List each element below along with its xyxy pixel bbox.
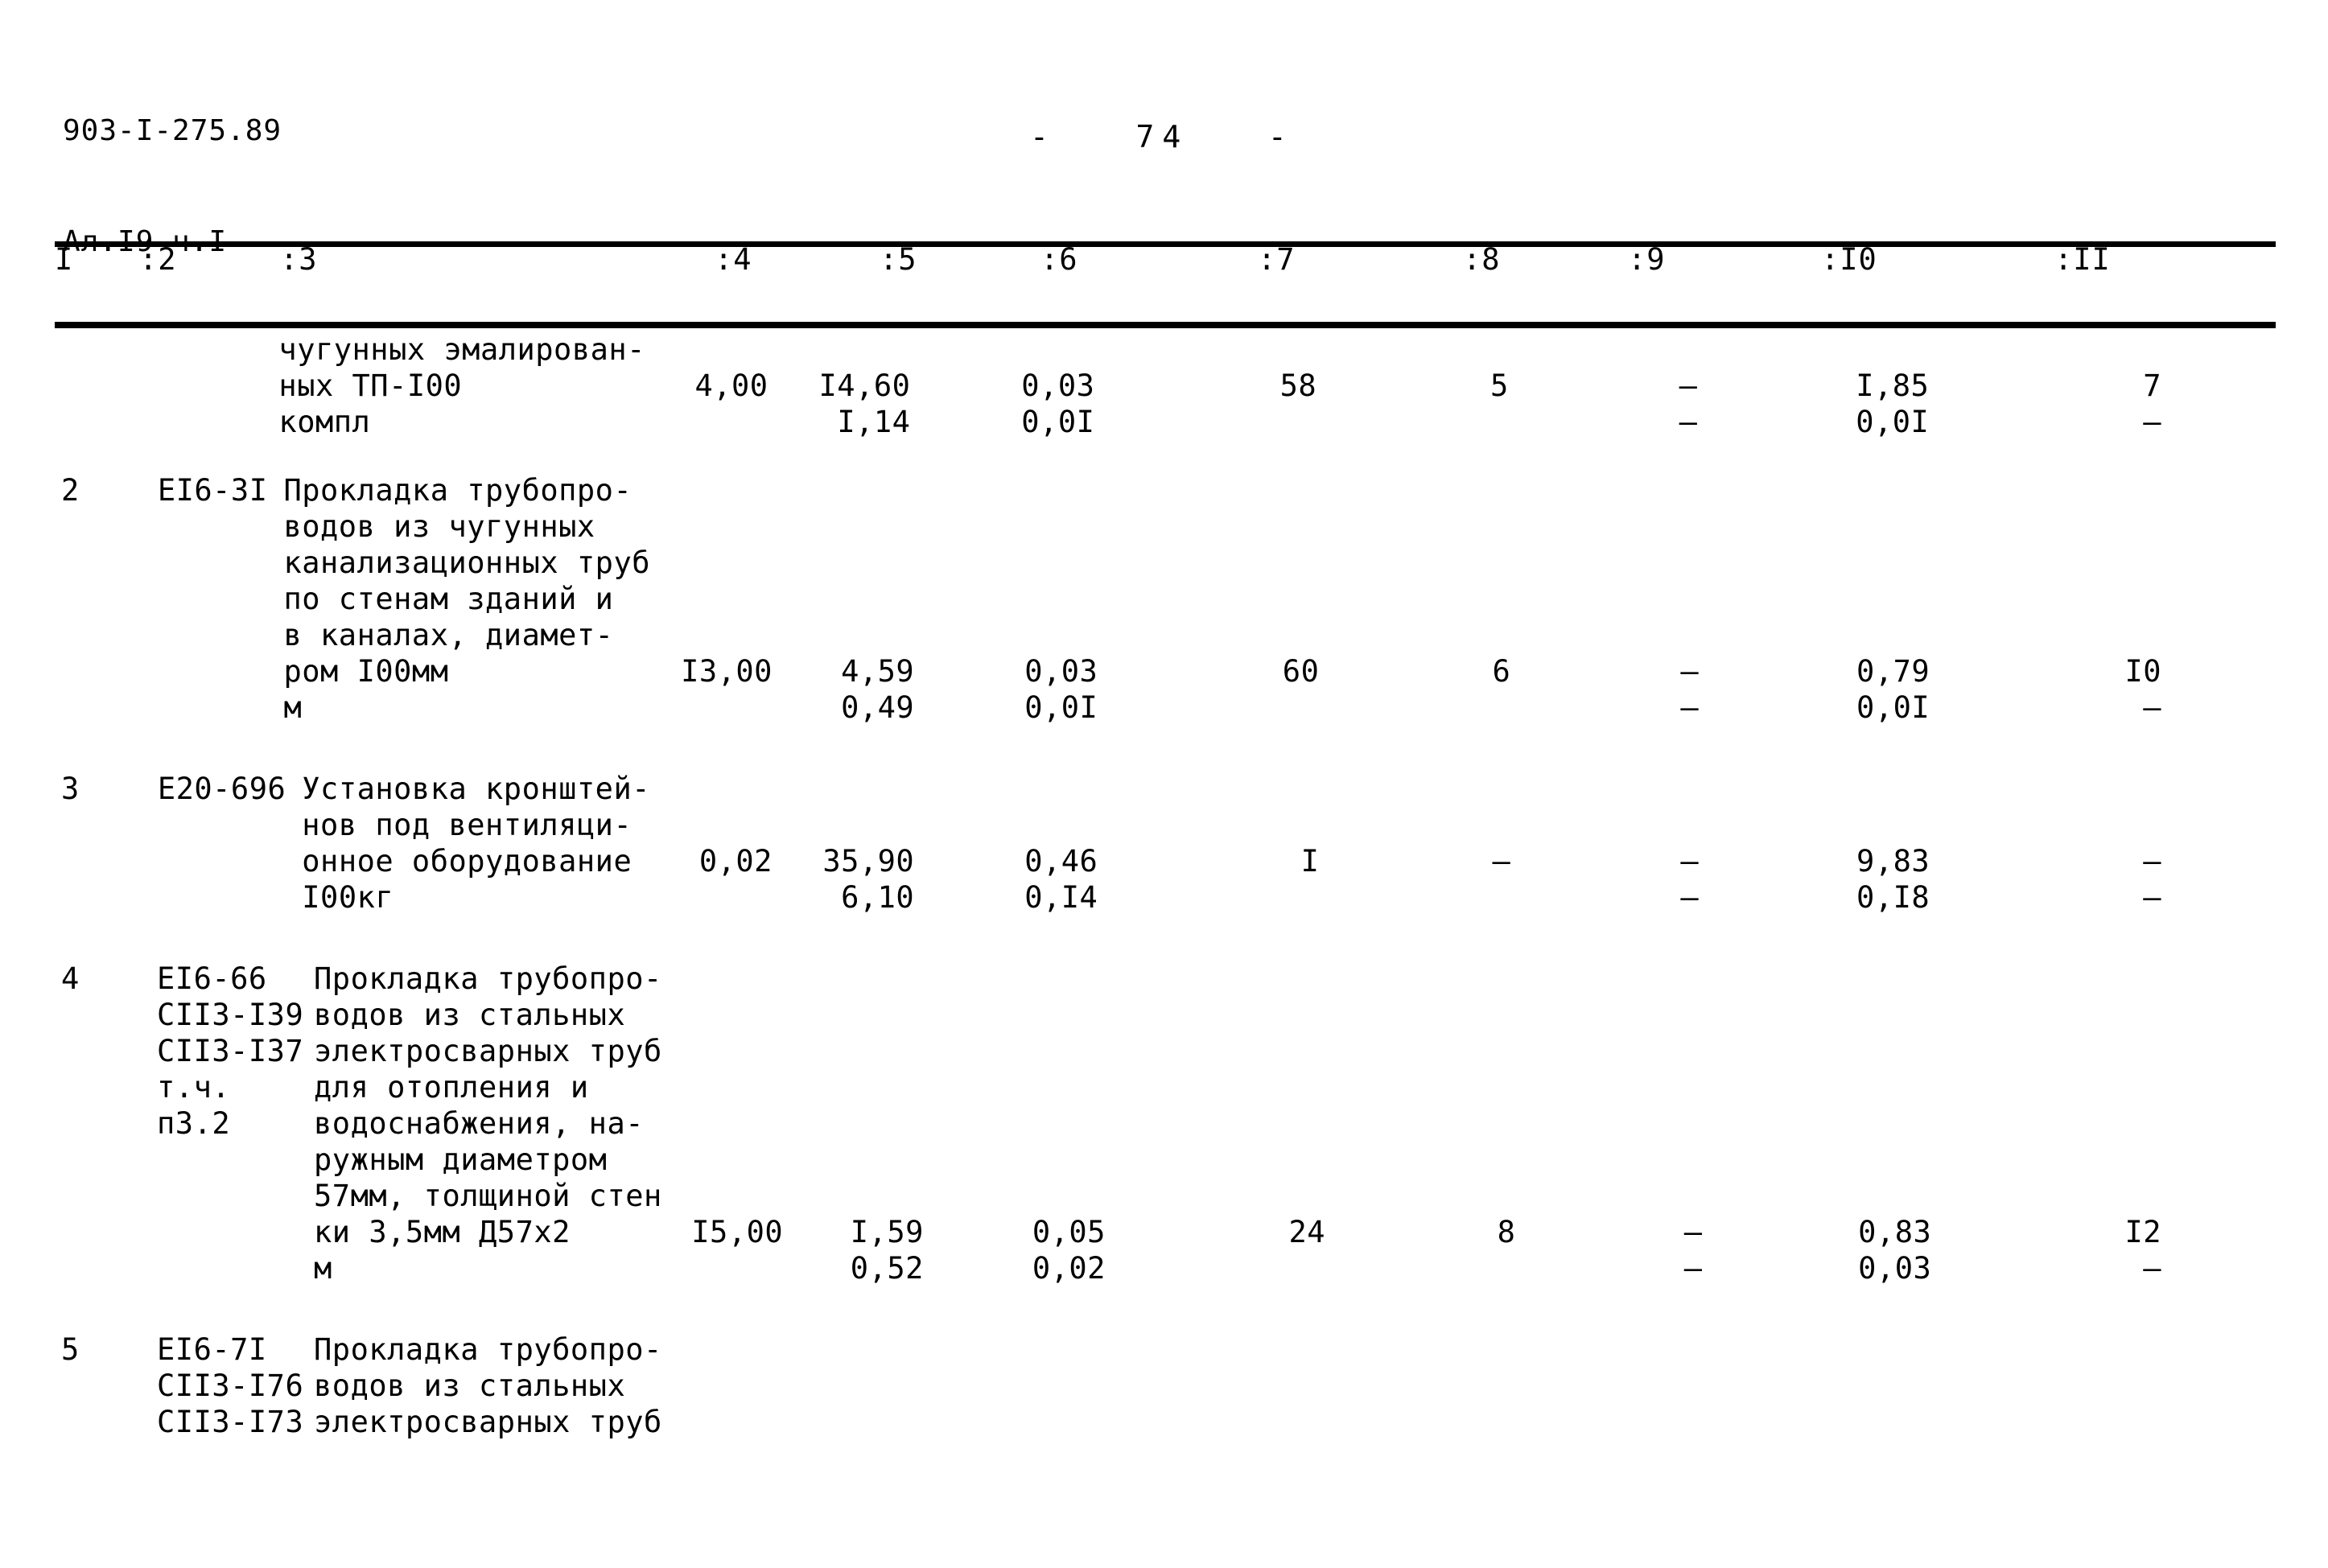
column-header-2: :2 — [139, 242, 177, 277]
row-value-col5 — [806, 1331, 946, 1440]
row-value-col6 — [946, 1331, 1175, 1440]
row-quantity: 0,02 — [698, 844, 773, 879]
column-header-11: :II — [2054, 242, 2111, 277]
row-value-col8: 6 — [1492, 654, 1511, 689]
row-description: Установка кронштей- нов под вентиляци- о… — [302, 772, 651, 915]
row-value-col8: 5 — [1490, 368, 1509, 403]
row-value-col11: 7 – — [2143, 368, 2161, 439]
row-value-col10 — [1761, 1331, 2000, 1440]
row-value-col11: – – — [2143, 844, 2161, 915]
row-value-col8: 8 — [1497, 1215, 1516, 1249]
row-norm-code — [124, 331, 262, 440]
table-body: чугунных эмалирован- ных ТП-I00 компл 4,0… — [55, 331, 2276, 1485]
row-item-number: 4 — [61, 961, 80, 996]
row-norm-code: E20-696 — [157, 772, 286, 806]
page-number: - 74 - — [1030, 119, 1295, 154]
row-value-col5: I,59 0,52 — [850, 1215, 924, 1286]
row-value-col8 — [1395, 1331, 1560, 1440]
row-value-col7: 60 — [1282, 654, 1320, 689]
column-header-5: :5 — [880, 242, 917, 277]
row-spacer — [55, 440, 2276, 472]
row-value-col9: – – — [1680, 844, 1700, 915]
table-header-rule — [55, 322, 2276, 328]
row-spacer — [55, 916, 2276, 961]
row-spacer — [55, 726, 2276, 771]
column-header-7: :7 — [1258, 242, 1296, 277]
table-row: 4 EI6-66 CII3-I39 CII3-I37 т.ч. п3.2 Прокл… — [55, 961, 2276, 1286]
row-value-col5: 35,90 6,10 — [822, 844, 915, 915]
row-value-col6: 0,03 0,0I — [1024, 654, 1098, 725]
row-value-col8: – — [1492, 844, 1511, 879]
column-header-1: I — [55, 242, 74, 277]
column-header-8: :8 — [1463, 242, 1501, 277]
row-value-col5: 4,59 0,49 — [841, 654, 915, 725]
document-code: 903-I-275.89 — [63, 114, 282, 148]
row-item-number: 5 — [61, 1332, 80, 1367]
table-column-headers: I :2 :3 :4 :5 :6 :7 :8 :9 :I0 :II — [55, 241, 2276, 322]
row-value-col10: 0,79 0,0I — [1856, 654, 1930, 725]
row-value-col7: 58 — [1279, 368, 1317, 403]
row-item-number — [55, 331, 124, 440]
table-row: 5 EI6-7I CII3-I76 CII3-I73 Прокладка трубо… — [55, 1331, 2276, 1440]
row-value-col10: 0,83 0,03 — [1858, 1215, 1932, 1286]
row-value-col7: 24 — [1288, 1215, 1326, 1249]
row-value-col6: 0,46 0,I4 — [1024, 844, 1098, 915]
row-quantity: 4,00 — [694, 368, 768, 403]
column-header-3: :3 — [280, 242, 318, 277]
column-header-row: I :2 :3 :4 :5 :6 :7 :8 :9 :I0 :II — [55, 241, 2276, 322]
row-value-col9: – – — [1680, 654, 1700, 725]
row-quantity: I5,00 — [691, 1215, 784, 1249]
row-value-col11: I2 – — [2124, 1215, 2161, 1286]
row-spacer — [55, 1286, 2276, 1331]
table-row: чугунных эмалирован- ных ТП-I00 компл 4,0… — [55, 331, 2276, 440]
row-value-col9: – – — [1683, 1215, 1703, 1286]
column-header-4: :4 — [715, 242, 752, 277]
row-description: Прокладка трубопро- водов из стальных эл… — [314, 961, 662, 1286]
row-norm-code: EI6-66 CII3-I39 CII3-I37 т.ч. п3.2 — [157, 961, 304, 1141]
row-value-col6: 0,03 0,0I — [1021, 368, 1095, 439]
row-value-col9: – – — [1679, 368, 1698, 439]
row-value-col5: I4,60 I,14 — [818, 368, 911, 439]
row-norm-code: EI6-3I — [157, 473, 268, 508]
column-header-6: :6 — [1040, 242, 1078, 277]
row-value-col9 — [1560, 1331, 1760, 1440]
row-description: Прокладка трубопро- водов из чугунных ка… — [283, 473, 651, 725]
table-row: 2 EI6-3I Прокладка трубопро- водов из чугу… — [55, 472, 2276, 726]
row-description: чугунных эмалирован- ных ТП-I00 компл — [278, 332, 645, 439]
row-value-col7: I — [1300, 844, 1320, 879]
column-header-9: :9 — [1628, 242, 1666, 277]
row-description: Прокладка трубопро- водов из стальных эл… — [314, 1332, 662, 1439]
document-page: 903-I-275.89 Ал.I9 ч.I - 74 - I :2 :3 :4… — [0, 0, 2328, 1568]
row-value-col11 — [1999, 1331, 2276, 1440]
row-value-col6: 0,05 0,02 — [1032, 1215, 1106, 1286]
row-quantity — [662, 1331, 806, 1440]
row-item-number: 2 — [61, 473, 80, 508]
table-row: 3 E20-696 Установка кронштей- нов под вент… — [55, 771, 2276, 916]
row-value-col10: I,85 0,0I — [1856, 368, 1930, 439]
row-spacer — [55, 1440, 2276, 1485]
row-value-col10: 9,83 0,I8 — [1856, 844, 1930, 915]
row-value-col7 — [1175, 1331, 1395, 1440]
row-norm-code: EI6-7I CII3-I76 CII3-I73 — [157, 1332, 304, 1439]
row-quantity: I3,00 — [681, 654, 773, 689]
row-item-number: 3 — [61, 772, 80, 806]
row-value-col11: I0 – — [2124, 654, 2161, 725]
column-header-10: :I0 — [1821, 242, 1877, 277]
